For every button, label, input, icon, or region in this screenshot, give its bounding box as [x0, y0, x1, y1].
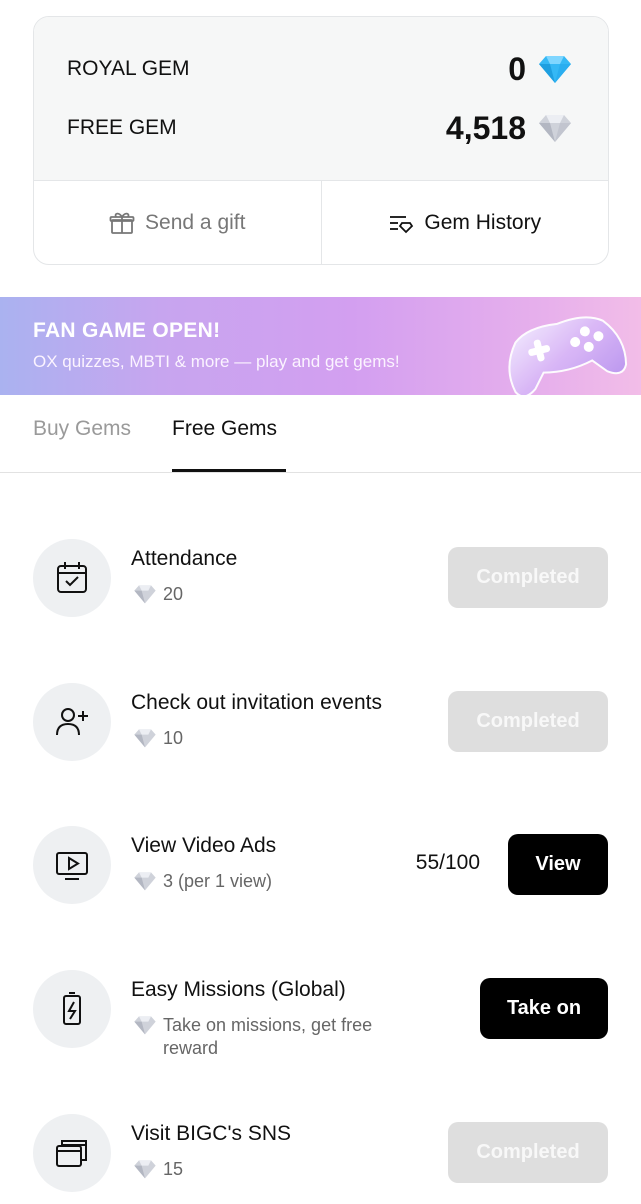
banner-title: FAN GAME OPEN!	[33, 319, 221, 342]
mission-icon-badge	[33, 683, 111, 761]
royal-gem-label: ROYAL GEM	[67, 57, 190, 80]
free-gem-balance: 4,518	[446, 110, 572, 147]
mission-video-ads: View Video Ads 3 (per 1 view) 55/100 Vie…	[0, 826, 641, 916]
banner-subtitle: OX quizzes, MBTI & more — play and get g…	[33, 352, 400, 371]
free-gem-row: FREE GEM 4,518	[67, 108, 572, 148]
tab-free-gems[interactable]: Free Gems	[172, 417, 277, 441]
silver-diamond-icon	[134, 585, 156, 604]
gift-icon	[109, 212, 135, 234]
mission-reward-text: 3 (per 1 view)	[163, 871, 273, 891]
gem-balance-card: ROYAL GEM 0 FREE GEM 4,518 Send a gift G…	[33, 16, 609, 265]
mission-title: Check out invitation events	[131, 691, 382, 714]
battery-charging-icon	[63, 992, 81, 1025]
completed-button[interactable]: Completed	[448, 547, 608, 608]
gem-balance-section: ROYAL GEM 0 FREE GEM 4,518	[34, 17, 608, 181]
silver-diamond-icon	[134, 729, 156, 748]
mission-reward: 3 (per 1 view)	[133, 870, 272, 893]
mission-icon-badge	[33, 970, 111, 1048]
fan-game-banner[interactable]: FAN GAME OPEN! OX quizzes, MBTI & more —…	[0, 297, 641, 395]
mission-reward-text: 10	[163, 728, 184, 748]
mission-title: View Video Ads	[131, 834, 277, 857]
mission-title: Attendance	[131, 547, 238, 570]
add-user-icon	[56, 708, 88, 736]
tab-buy-gems[interactable]: Buy Gems	[33, 417, 131, 441]
mission-reward: 15	[133, 1158, 183, 1181]
view-progress: 55/100	[415, 851, 480, 874]
mission-icon-badge	[33, 1114, 111, 1192]
free-gem-value: 4,518	[445, 109, 526, 146]
silver-diamond-icon	[539, 115, 571, 142]
completed-button[interactable]: Completed	[448, 1122, 608, 1183]
mission-reward: Take on missions, get free reward	[133, 1014, 408, 1060]
windows-stack-icon	[56, 1140, 87, 1167]
take-on-button[interactable]: Take on	[480, 978, 608, 1039]
royal-gem-value: 0	[508, 50, 526, 87]
active-tab-indicator	[172, 469, 286, 472]
mission-reward: 10	[133, 727, 183, 750]
mission-reward: 20	[133, 583, 183, 606]
mission-icon-badge	[33, 539, 111, 617]
blue-diamond-icon	[539, 56, 571, 83]
send-gift-button[interactable]: Send a gift	[34, 181, 321, 264]
view-button[interactable]: View	[508, 834, 608, 895]
mission-title: Visit BIGC's SNS	[131, 1122, 291, 1145]
free-gem-label: FREE GEM	[67, 116, 177, 139]
mission-attendance: Attendance 20 Completed	[0, 539, 641, 629]
mission-title: Easy Missions (Global)	[131, 978, 346, 1001]
send-gift-label: Send a gift	[145, 210, 246, 234]
mission-reward-text: 15	[163, 1159, 184, 1179]
completed-button[interactable]: Completed	[448, 691, 608, 752]
mission-icon-badge	[33, 826, 111, 904]
silver-diamond-icon	[134, 1160, 156, 1179]
game-controller-icon	[508, 316, 628, 395]
royal-gem-row: ROYAL GEM 0	[67, 49, 572, 89]
history-list-icon	[390, 215, 414, 233]
calendar-check-icon	[57, 562, 87, 593]
mission-visit-sns: Visit BIGC's SNS 15 Completed	[0, 1114, 641, 1204]
mission-reward-text: 20	[163, 584, 184, 604]
silver-diamond-icon	[134, 1016, 156, 1035]
silver-diamond-icon	[134, 872, 156, 891]
gem-history-label: Gem History	[424, 210, 542, 234]
gem-history-button[interactable]: Gem History	[320, 181, 609, 264]
mission-easy-missions: Easy Missions (Global) Take on missions,…	[0, 970, 641, 1060]
video-play-icon	[56, 852, 88, 880]
mission-reward-text: Take on missions, get free reward	[163, 1015, 373, 1058]
mission-invitation-events: Check out invitation events 10 Completed	[0, 683, 641, 773]
gem-tabs: Buy Gems Free Gems	[0, 395, 641, 473]
royal-gem-balance: 0	[508, 51, 572, 88]
